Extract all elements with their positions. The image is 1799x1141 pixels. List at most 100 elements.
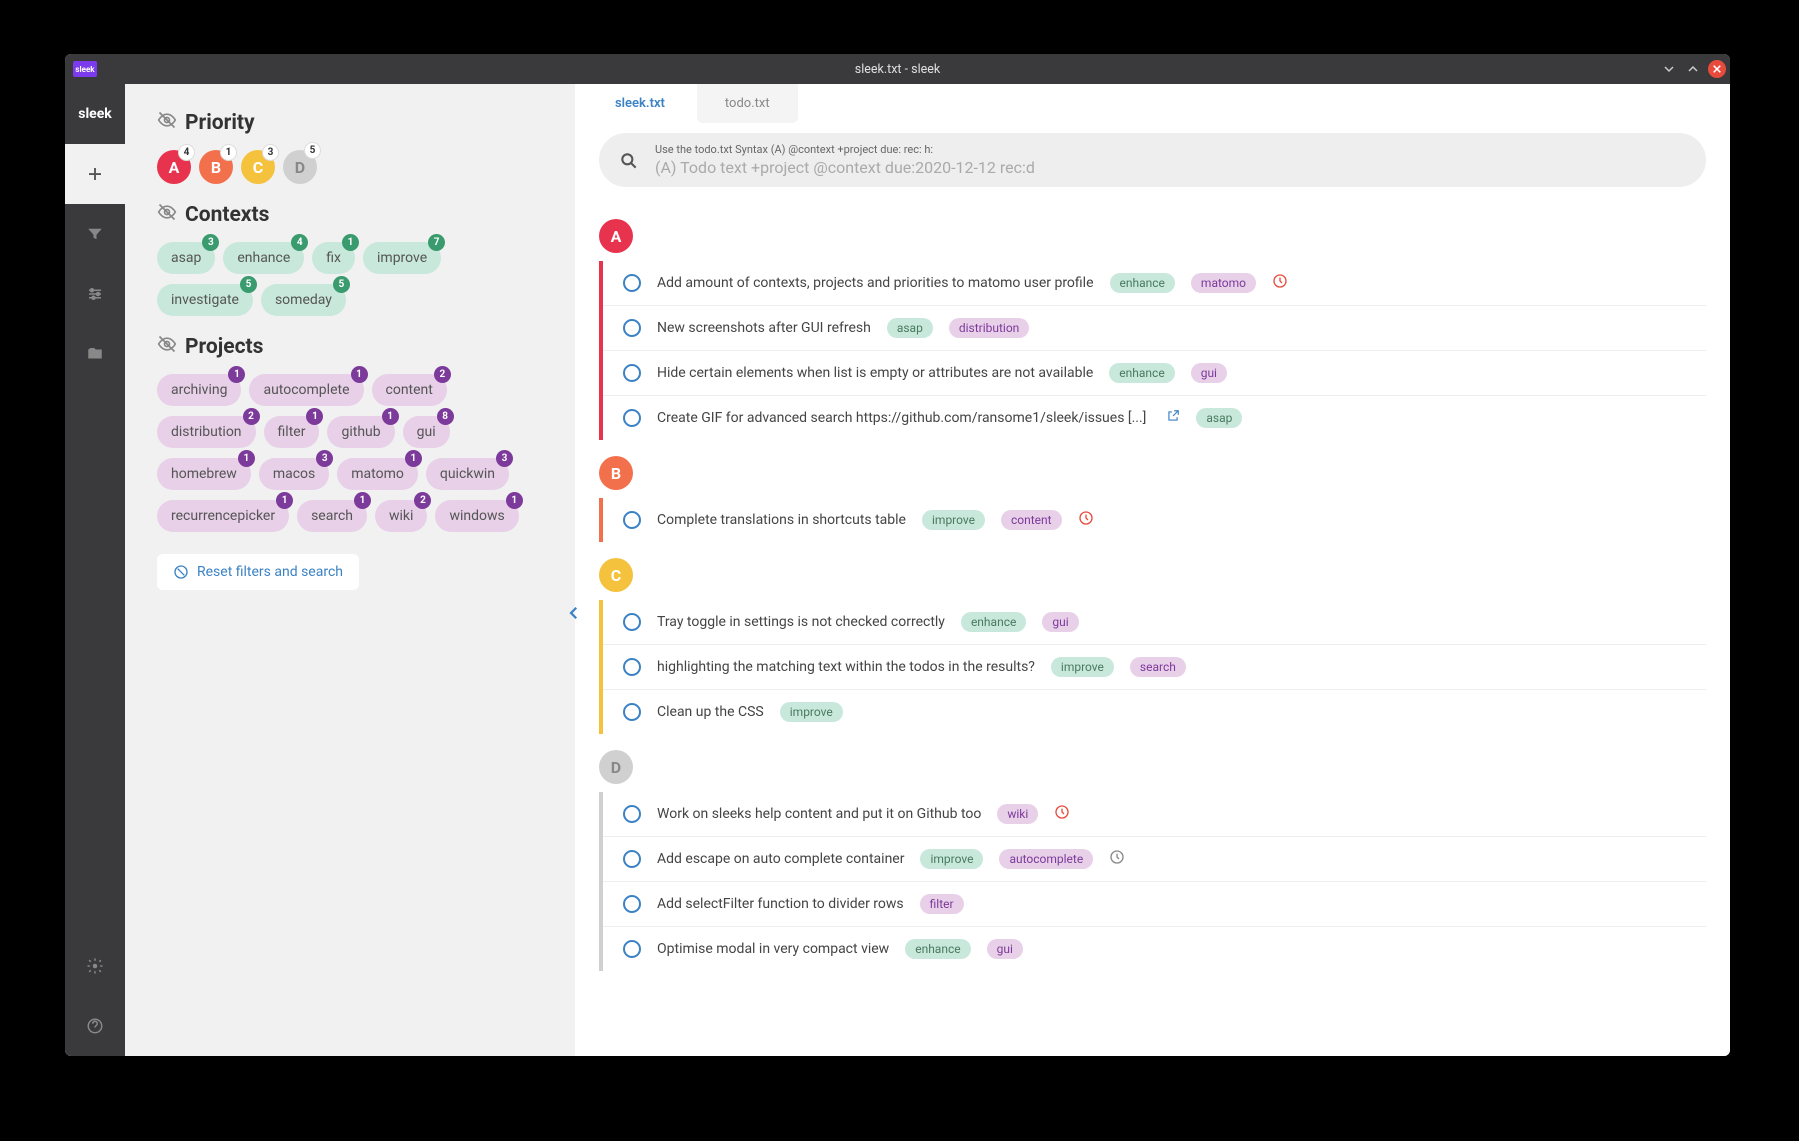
project-filter-archiving[interactable]: archiving1	[157, 374, 241, 406]
todo-checkbox[interactable]	[623, 319, 641, 337]
external-link-icon[interactable]	[1166, 409, 1180, 427]
project-tag[interactable]: search	[1130, 657, 1186, 677]
icon-sidebar: sleek	[65, 84, 125, 1056]
todo-checkbox[interactable]	[623, 511, 641, 529]
todo-item[interactable]: Clean up the CSSimprove	[603, 690, 1706, 734]
priority-filter-A[interactable]: A4	[157, 150, 191, 184]
project-filter-content[interactable]: content2	[372, 374, 447, 406]
project-filter-wiki[interactable]: wiki2	[375, 500, 427, 532]
project-filter-homebrew[interactable]: homebrew1	[157, 458, 251, 490]
context-tag[interactable]: enhance	[1109, 363, 1174, 383]
files-button[interactable]	[65, 324, 125, 384]
todo-item[interactable]: Work on sleeks help content and put it o…	[603, 792, 1706, 837]
titlebar: sleek sleek.txt - sleek	[65, 54, 1730, 84]
context-tag[interactable]: improve	[780, 702, 843, 722]
view-settings-button[interactable]	[65, 264, 125, 324]
filter-button[interactable]	[65, 204, 125, 264]
project-tag[interactable]: gui	[1191, 363, 1227, 383]
tab-todo-txt[interactable]: todo.txt	[697, 84, 798, 123]
window-title: sleek.txt - sleek	[855, 62, 941, 77]
project-filter-github[interactable]: github1	[327, 416, 394, 448]
context-filter-investigate[interactable]: investigate5	[157, 284, 253, 316]
reset-filters-button[interactable]: Reset filters and search	[157, 554, 359, 590]
priority-filter-B[interactable]: B1	[199, 150, 233, 184]
help-button[interactable]	[65, 996, 125, 1056]
project-tag[interactable]: autocomplete	[999, 849, 1093, 869]
badge-count: 1	[506, 492, 523, 509]
project-filter-macos[interactable]: macos3	[259, 458, 329, 490]
project-tag[interactable]: matomo	[1191, 273, 1256, 293]
project-tag[interactable]: filter	[920, 894, 964, 914]
todo-checkbox[interactable]	[623, 613, 641, 631]
project-tag[interactable]: distribution	[949, 318, 1029, 338]
context-tag[interactable]: enhance	[905, 939, 970, 959]
eye-off-icon[interactable]	[157, 110, 177, 136]
eye-off-icon[interactable]	[157, 202, 177, 228]
todo-checkbox[interactable]	[623, 703, 641, 721]
todo-checkbox[interactable]	[623, 364, 641, 382]
search-bar[interactable]: Use the todo.txt Syntax (A) @context +pr…	[599, 133, 1706, 187]
maximize-button[interactable]	[1684, 60, 1702, 78]
tab-sleek-txt[interactable]: sleek.txt	[587, 84, 693, 123]
todo-item[interactable]: Optimise modal in very compact viewenhan…	[603, 927, 1706, 971]
todo-checkbox[interactable]	[623, 940, 641, 958]
context-tag[interactable]: improve	[1051, 657, 1114, 677]
reset-label: Reset filters and search	[197, 564, 343, 580]
project-tag[interactable]: content	[1001, 510, 1062, 530]
badge-count: 5	[333, 276, 350, 293]
context-filter-someday[interactable]: someday5	[261, 284, 346, 316]
settings-button[interactable]	[65, 936, 125, 996]
context-tag[interactable]: improve	[922, 510, 985, 530]
context-filter-improve[interactable]: improve7	[363, 242, 441, 274]
todo-item[interactable]: Add escape on auto complete container imp…	[603, 837, 1706, 882]
search-placeholder: (A) Todo text +project @context due:2020…	[655, 158, 1682, 177]
collapse-sidebar-button[interactable]	[565, 604, 583, 626]
context-tag[interactable]: enhance	[961, 612, 1026, 632]
badge-count: 4	[178, 144, 195, 161]
todo-checkbox[interactable]	[623, 409, 641, 427]
todo-item[interactable]: Tray toggle in settings is not checked c…	[603, 600, 1706, 645]
todo-checkbox[interactable]	[623, 895, 641, 913]
todo-text: Tray toggle in settings is not checked c…	[657, 614, 945, 630]
context-filter-asap[interactable]: asap3	[157, 242, 215, 274]
todo-item[interactable]: Add amount of contexts, projects and pri…	[603, 261, 1706, 306]
project-tag[interactable]: wiki	[997, 804, 1038, 824]
todo-item[interactable]: highlighting the matching text within th…	[603, 645, 1706, 690]
project-filter-recurrencepicker[interactable]: recurrencepicker1	[157, 500, 289, 532]
project-filter-filter[interactable]: filter1	[264, 416, 320, 448]
todo-checkbox[interactable]	[623, 850, 641, 868]
context-filter-enhance[interactable]: enhance4	[223, 242, 304, 274]
project-filter-quickwin[interactable]: quickwin3	[426, 458, 509, 490]
todo-item[interactable]: New screenshots after GUI refreshasapdis…	[603, 306, 1706, 351]
project-filter-windows[interactable]: windows1	[435, 500, 518, 532]
project-filter-gui[interactable]: gui8	[403, 416, 450, 448]
todo-text: Add escape on auto complete container	[657, 851, 904, 867]
project-filter-matomo[interactable]: matomo1	[337, 458, 418, 490]
context-tag[interactable]: asap	[887, 318, 933, 338]
context-filter-fix[interactable]: fix1	[312, 242, 355, 274]
context-tag[interactable]: asap	[1196, 408, 1242, 428]
project-filter-autocomplete[interactable]: autocomplete1	[249, 374, 363, 406]
priority-filter-C[interactable]: C3	[241, 150, 275, 184]
project-tag[interactable]: gui	[1042, 612, 1078, 632]
todo-item[interactable]: Complete translations in shortcuts table…	[603, 498, 1706, 542]
close-button[interactable]	[1708, 60, 1726, 78]
eye-off-icon[interactable]	[157, 334, 177, 360]
todo-item[interactable]: Hide certain elements when list is empty…	[603, 351, 1706, 396]
group-header-A: A	[599, 219, 633, 253]
project-filter-search[interactable]: search1	[297, 500, 367, 532]
priority-section-title: Priority	[157, 110, 543, 136]
todo-checkbox[interactable]	[623, 274, 641, 292]
todo-checkbox[interactable]	[623, 658, 641, 676]
priority-filter-D[interactable]: D5	[283, 150, 317, 184]
todo-checkbox[interactable]	[623, 805, 641, 823]
todo-item[interactable]: Add selectFilter function to divider row…	[603, 882, 1706, 927]
project-filter-distribution[interactable]: distribution2	[157, 416, 256, 448]
context-tag[interactable]: enhance	[1110, 273, 1175, 293]
add-todo-button[interactable]	[65, 144, 125, 204]
todo-item[interactable]: Create GIF for advanced search https://g…	[603, 396, 1706, 440]
minimize-button[interactable]	[1660, 60, 1678, 78]
context-tag[interactable]: improve	[920, 849, 983, 869]
project-tag[interactable]: gui	[987, 939, 1023, 959]
badge-count: 2	[434, 366, 451, 383]
